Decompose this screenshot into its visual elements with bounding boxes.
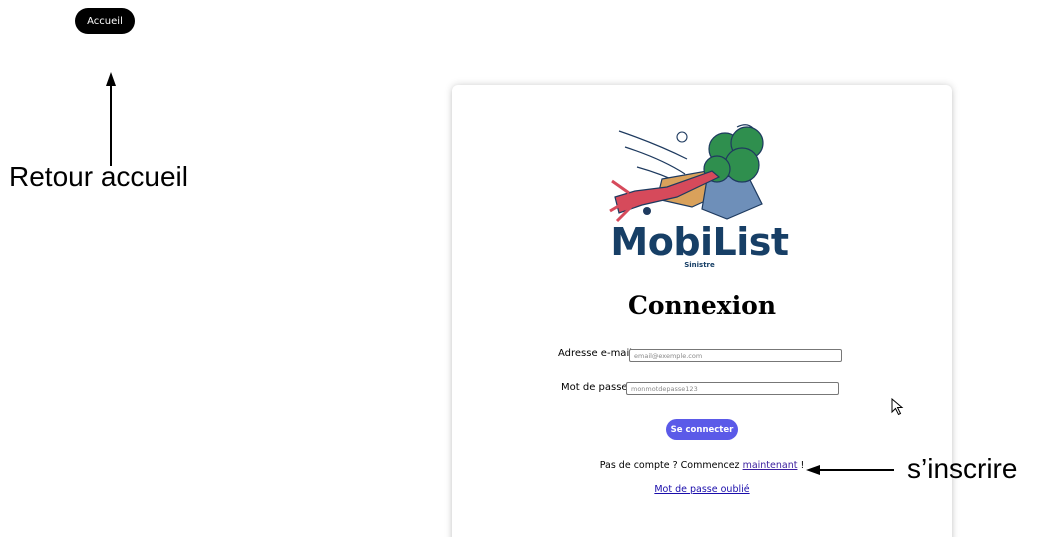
mobilist-logo: MobiList Sinistre — [607, 119, 792, 269]
home-annotation-text: Retour accueil — [9, 161, 188, 192]
storm-tree-icon — [609, 124, 764, 223]
forgot-password-link[interactable]: Mot de passe oublié — [654, 484, 749, 495]
mouse-pointer-icon — [891, 398, 904, 416]
signup-link[interactable]: maintenant — [743, 460, 798, 471]
signup-annotation-text: s’inscrire — [907, 453, 1018, 484]
email-label: Adresse e-mail — [558, 348, 632, 359]
logo-wordmark: MobiList — [610, 220, 789, 264]
login-button[interactable]: Se connecter — [666, 419, 738, 440]
home-button[interactable]: Accueil — [75, 8, 135, 34]
email-field[interactable] — [629, 349, 842, 362]
logo-subtitle: Sinistre — [684, 261, 715, 269]
page-title: Connexion — [627, 291, 777, 320]
signup-prefix: Pas de compte ? Commencez — [599, 460, 743, 471]
up-arrow-annotation — [106, 72, 116, 166]
left-arrow-annotation — [806, 465, 894, 475]
forgot-password-row: Mot de passe oublié — [452, 484, 952, 495]
password-label: Mot de passe — [561, 382, 628, 393]
password-field[interactable] — [626, 382, 839, 395]
